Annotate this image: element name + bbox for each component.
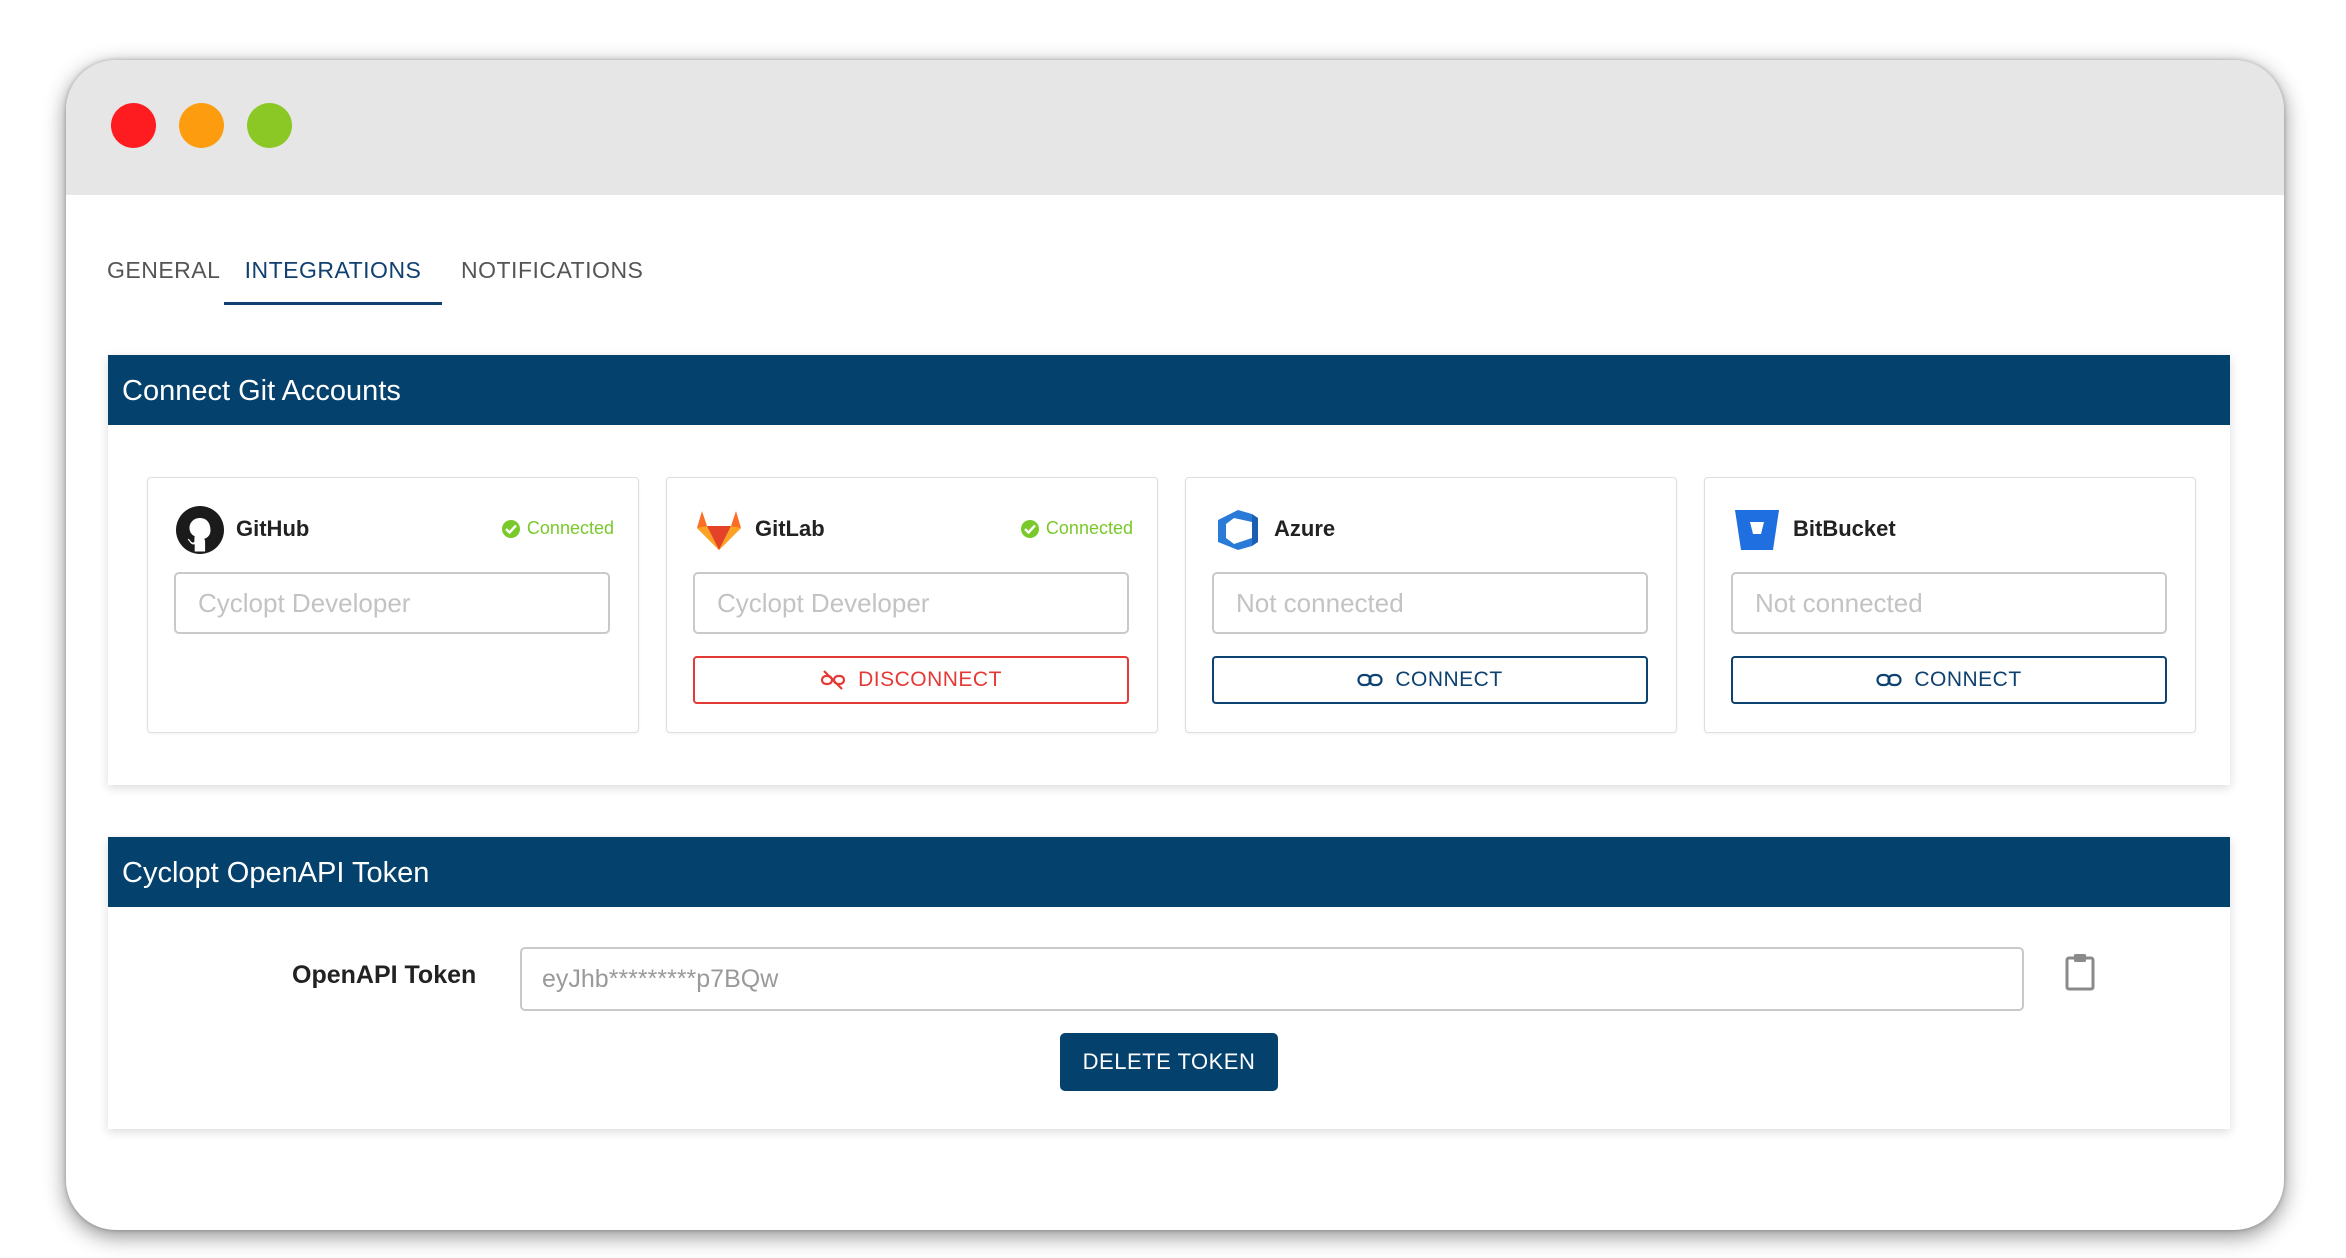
github-status: Connected <box>501 518 614 539</box>
link-icon <box>1357 673 1383 687</box>
azure-icon <box>1218 510 1258 550</box>
gitlab-status: Connected <box>1020 518 1133 539</box>
azure-connect-button[interactable]: CONNECT <box>1212 656 1648 704</box>
openapi-token-title: Cyclopt OpenAPI Token <box>108 837 2230 907</box>
github-icon <box>176 506 224 554</box>
gitlab-status-text: Connected <box>1045 518 1133 538</box>
bitbucket-connect-button[interactable]: CONNECT <box>1731 656 2167 704</box>
maximize-window-button[interactable] <box>247 103 292 148</box>
delete-token-button[interactable]: DELETE TOKEN <box>1060 1033 1278 1091</box>
gitlab-disconnect-button[interactable]: DISCONNECT <box>693 656 1129 704</box>
openapi-token-field[interactable] <box>520 947 2024 1011</box>
close-window-button[interactable] <box>111 103 156 148</box>
azure-card-header: Azure <box>1212 504 1652 556</box>
check-circle-icon <box>501 519 520 538</box>
gitlab-disconnect-label: DISCONNECT <box>858 668 1002 691</box>
link-icon <box>1876 673 1902 687</box>
gitlab-card-header: GitLab Connected <box>693 504 1133 556</box>
tab-integrations[interactable]: INTEGRATIONS <box>224 235 442 305</box>
settings-content: GENERAL INTEGRATIONS NOTIFICATIONS Conne… <box>66 195 2284 1230</box>
app-window: GENERAL INTEGRATIONS NOTIFICATIONS Conne… <box>66 60 2284 1230</box>
azure-connect-label: CONNECT <box>1395 668 1503 691</box>
git-accounts-panel: Connect Git Accounts GitHub Connected Cy… <box>108 355 2230 785</box>
github-card-header: GitHub Connected <box>174 504 614 556</box>
azure-card: Azure CONNECT <box>1185 477 1677 733</box>
minimize-window-button[interactable] <box>179 103 224 148</box>
bitbucket-card-header: BitBucket <box>1731 504 2171 556</box>
bitbucket-name: BitBucket <box>1793 516 1896 541</box>
title-bar <box>66 60 2284 195</box>
openapi-token-panel: Cyclopt OpenAPI Token OpenAPI Token DELE… <box>108 837 2230 1129</box>
bitbucket-connect-label: CONNECT <box>1914 668 2022 691</box>
bitbucket-card: BitBucket CONNECT <box>1704 477 2196 733</box>
bitbucket-icon <box>1735 510 1779 550</box>
gitlab-account-field[interactable] <box>693 572 1129 634</box>
github-account-field[interactable] <box>174 572 610 634</box>
github-card: GitHub Connected <box>147 477 639 733</box>
unlink-icon <box>820 670 846 690</box>
openapi-token-label: OpenAPI Token <box>292 961 477 989</box>
azure-account-field[interactable] <box>1212 572 1648 634</box>
bitbucket-account-field[interactable] <box>1731 572 2167 634</box>
git-accounts-title: Connect Git Accounts <box>108 355 2230 425</box>
github-status-text: Connected <box>526 518 614 538</box>
tab-notifications[interactable]: NOTIFICATIONS <box>461 235 661 302</box>
github-name: GitHub <box>236 516 310 541</box>
clipboard-icon[interactable] <box>2064 952 2096 992</box>
azure-name: Azure <box>1274 516 1336 541</box>
gitlab-card: GitLab Connected DISCONNECT <box>666 477 1158 733</box>
gitlab-icon <box>697 511 741 550</box>
gitlab-name: GitLab <box>755 516 825 541</box>
check-circle-icon <box>1020 519 1039 538</box>
